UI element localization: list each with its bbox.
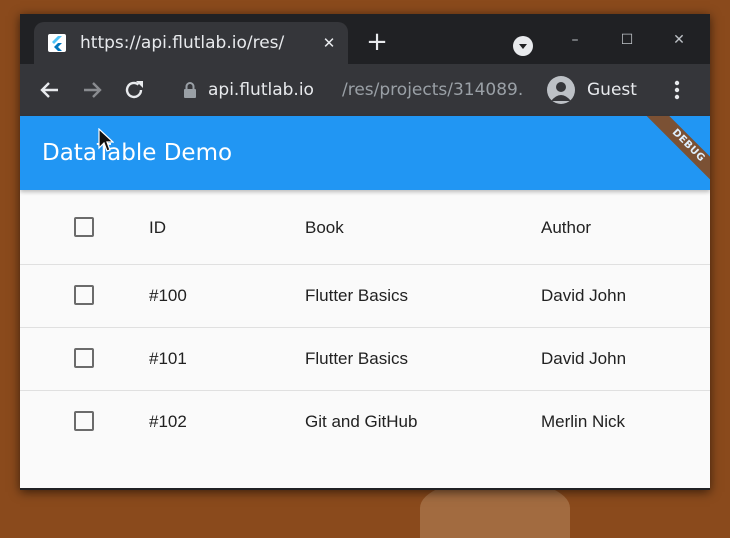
- column-header-id[interactable]: ID: [149, 218, 166, 238]
- forward-icon[interactable]: [80, 78, 104, 102]
- row-checkbox[interactable]: [74, 285, 94, 305]
- tab-search-icon[interactable]: [513, 36, 533, 56]
- browser-tab[interactable]: https://api.flutlab.io/res/ ✕: [34, 22, 348, 64]
- avatar-icon: [547, 76, 575, 104]
- more-menu-icon[interactable]: [665, 78, 689, 102]
- row-checkbox[interactable]: [74, 411, 94, 431]
- app-bar: DataTable Demo DEBUG: [20, 116, 710, 190]
- window-bottom-edge: [20, 488, 710, 490]
- tab-close-icon[interactable]: ✕: [318, 32, 340, 54]
- table-header-row: ID Book Author: [20, 194, 710, 265]
- flutter-icon: [48, 34, 66, 52]
- cell-id: #102: [149, 412, 187, 431]
- cell-book: Flutter Basics: [305, 286, 408, 305]
- url-host: api.flutlab.io: [208, 80, 314, 100]
- cell-book: Git and GitHub: [305, 412, 418, 431]
- maximize-button[interactable]: ☐: [613, 28, 641, 52]
- minimize-button[interactable]: –: [561, 28, 589, 52]
- profile-label: Guest: [587, 80, 637, 100]
- back-icon[interactable]: [38, 78, 62, 102]
- column-header-book[interactable]: Book: [305, 218, 344, 238]
- reload-icon[interactable]: [122, 78, 146, 102]
- profile-button[interactable]: Guest: [547, 75, 657, 105]
- table-row[interactable]: #101 Flutter Basics David John: [20, 328, 710, 391]
- select-all-checkbox[interactable]: [74, 217, 94, 237]
- row-checkbox[interactable]: [74, 348, 94, 368]
- lock-icon: [184, 82, 196, 98]
- table-row[interactable]: #100 Flutter Basics David John: [20, 265, 710, 328]
- new-tab-button[interactable]: +: [364, 29, 390, 56]
- address-bar[interactable]: api.flutlab.io /res/projects/314089...: [182, 77, 522, 103]
- cell-id: #101: [149, 349, 187, 368]
- tab-strip: https://api.flutlab.io/res/ ✕ + – ☐ ✕: [20, 14, 710, 64]
- cell-author: David John: [541, 286, 627, 305]
- cell-author: David John: [541, 349, 627, 368]
- column-header-author[interactable]: Author: [541, 218, 591, 238]
- table-row[interactable]: #102 Git and GitHub Merlin Nick: [20, 391, 710, 453]
- browser-toolbar: api.flutlab.io /res/projects/314089... G…: [20, 64, 710, 116]
- cell-author: Merlin Nick: [541, 412, 626, 431]
- browser-window: https://api.flutlab.io/res/ ✕ + – ☐ ✕ ap…: [20, 14, 710, 490]
- debug-banner: DEBUG: [639, 116, 710, 190]
- url-path: /res/projects/314089...: [342, 80, 522, 100]
- close-window-button[interactable]: ✕: [665, 28, 693, 52]
- cell-id: #100: [149, 286, 187, 305]
- mouse-cursor-icon: [98, 128, 114, 152]
- tab-title: https://api.flutlab.io/res/: [80, 33, 285, 53]
- page-title: DataTable Demo: [42, 140, 233, 166]
- cell-book: Flutter Basics: [305, 349, 408, 368]
